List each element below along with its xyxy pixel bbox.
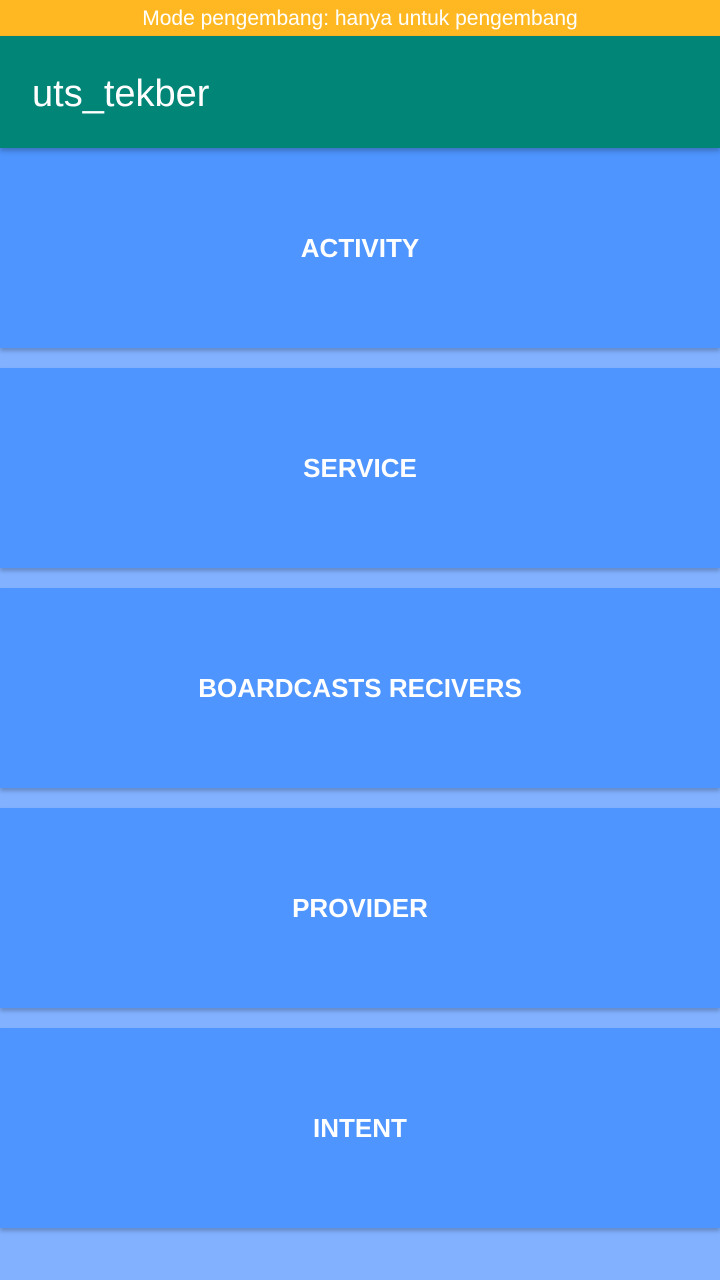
button-list: ACTIVITY SERVICE BOARDCASTS RECIVERS PRO… — [0, 148, 720, 1248]
activity-button[interactable]: ACTIVITY — [0, 148, 720, 348]
intent-button[interactable]: INTENT — [0, 1028, 720, 1228]
service-button[interactable]: SERVICE — [0, 368, 720, 568]
developer-mode-banner: Mode pengembang: hanya untuk pengembang — [0, 0, 720, 36]
broadcast-receivers-button[interactable]: BOARDCASTS RECIVERS — [0, 588, 720, 788]
app-title: uts_tekber — [32, 73, 210, 115]
provider-button[interactable]: PROVIDER — [0, 808, 720, 1008]
app-bar: uts_tekber — [0, 36, 720, 148]
